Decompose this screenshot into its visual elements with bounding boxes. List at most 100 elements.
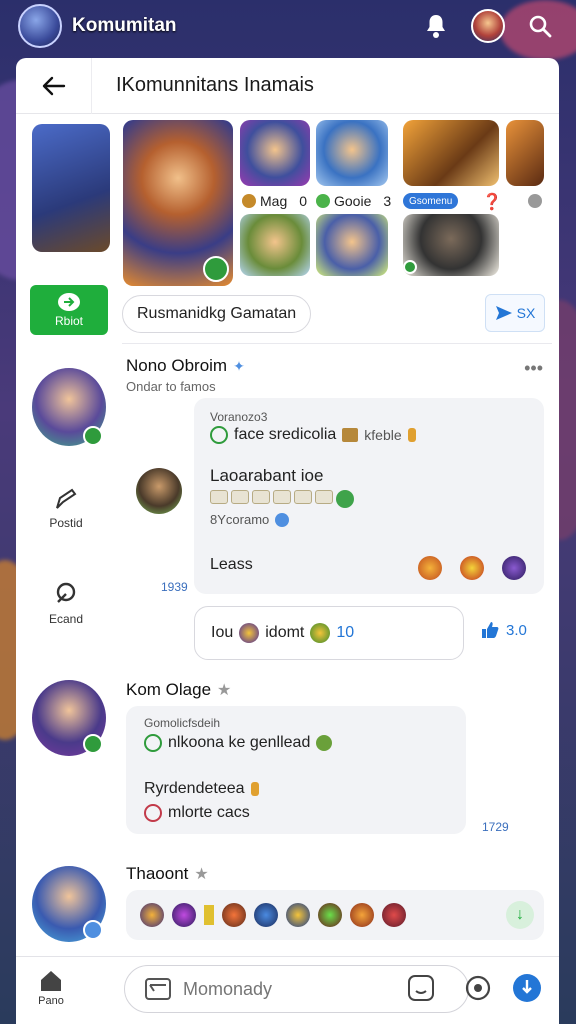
reaction-icon (239, 623, 260, 643)
line-text: 8Ycoramo (210, 512, 270, 527)
reaction-icons (210, 490, 354, 508)
app-bar: Komumitan (0, 0, 576, 52)
home-button[interactable]: Pano (38, 969, 64, 1007)
post-author[interactable]: Nono Obroim ✦ (126, 356, 245, 376)
rail-item-posted[interactable]: Postid (30, 488, 102, 530)
line-suffix: kfeble (364, 427, 402, 443)
category-pill[interactable]: Rusmanidkg Gamatan (122, 295, 312, 333)
coin-icon (342, 428, 359, 442)
community-card: IKomunnitans Inamais Mag 0 Gooie 3 Gsome… (16, 58, 559, 1024)
share-label: SX (516, 305, 536, 321)
rail-label: Ecand (48, 612, 84, 626)
download-icon[interactable]: ↓ (506, 901, 534, 929)
star-icon: ★ (194, 866, 209, 883)
gem-icon (316, 194, 330, 208)
bubble-line: Ryrdendeteea (144, 780, 259, 798)
reaction-icon[interactable] (460, 556, 484, 580)
more-icon[interactable] (528, 194, 542, 208)
check-icon (403, 260, 417, 274)
bottom-bar: Pano (16, 956, 559, 1024)
star-icon: ★ (217, 682, 232, 699)
arrow-right-icon (58, 292, 80, 311)
reaction-icon[interactable] (222, 903, 246, 927)
home-label: Pano (38, 995, 64, 1007)
star-icon: ✦ (233, 357, 245, 374)
flag-icon (204, 905, 214, 925)
rail-item-edit[interactable]: Ecand (30, 580, 102, 626)
action-row: Rbiot Rusmanidkg Gamatan SX (16, 283, 559, 343)
media-gallery: Mag 0 Gooie 3 Gsomenu ❓ (16, 120, 559, 290)
gallery-image[interactable] (316, 120, 388, 186)
coin-icon (242, 194, 256, 208)
meta-count: 3 (383, 193, 392, 209)
arrow-left-icon (42, 76, 65, 95)
reply-pill[interactable]: Iou idomt 10 (194, 606, 464, 660)
message-input[interactable] (183, 978, 383, 1000)
line-text: nlkoona ke genllead (168, 734, 311, 751)
gallery-image[interactable] (316, 214, 388, 276)
line-text: face sredicolia (234, 426, 337, 443)
more-options-icon[interactable]: ••• (524, 358, 543, 379)
post-bubble: Voranozo3 face sredicolia kfeble Laoarab… (194, 398, 544, 594)
like-count: 3.0 (506, 621, 527, 639)
app-logo (18, 4, 62, 48)
home-icon (41, 971, 61, 991)
gallery-image[interactable] (32, 124, 110, 252)
camera-icon[interactable] (463, 973, 493, 1003)
emoji-icon[interactable] (406, 973, 436, 1003)
reaction-icon[interactable] (350, 903, 374, 927)
pencil-icon (56, 488, 77, 509)
post-author[interactable]: Thaoont ★ (126, 864, 209, 884)
line-text: Ryrdendeteea (144, 780, 245, 797)
reaction-strip: ↓ (126, 890, 544, 940)
online-badge-icon (83, 426, 103, 446)
meta-label: Gooie (334, 193, 372, 209)
green-button-label: Rbiot (54, 313, 83, 328)
alert-icon (144, 804, 162, 822)
post-author[interactable]: Kom Olage ★ (126, 680, 231, 700)
reaction-icon[interactable] (286, 903, 310, 927)
gallery-image[interactable] (403, 214, 499, 276)
send-icon (495, 306, 512, 320)
divider (122, 343, 552, 344)
verified-badge-icon (203, 256, 229, 282)
timestamp: 1939 (161, 580, 188, 594)
reaction-icon[interactable] (254, 903, 278, 927)
link-icon (56, 582, 76, 603)
card-header: IKomunnitans Inamais (16, 58, 559, 114)
gallery-image[interactable] (506, 120, 544, 186)
online-badge-icon (83, 734, 103, 754)
reaction-icon[interactable] (318, 903, 342, 927)
post-subtitle: Ondar to famos (126, 379, 216, 394)
reaction-icon[interactable] (140, 903, 164, 927)
reaction-icon[interactable] (418, 556, 442, 580)
profile-avatar[interactable] (470, 8, 506, 44)
back-button[interactable] (16, 58, 92, 114)
timestamp: 1729 (482, 820, 509, 834)
share-button[interactable]: SX (485, 294, 545, 332)
rail-label: Postid (49, 516, 83, 530)
reaction-icon[interactable] (172, 903, 196, 927)
gallery-image[interactable] (403, 120, 499, 186)
line-text: mlorte cacs (168, 804, 250, 821)
reaction-icon (316, 735, 333, 751)
reaction-icon[interactable] (382, 903, 406, 927)
gallery-image[interactable] (240, 214, 310, 276)
search-icon[interactable] (522, 8, 558, 44)
microphone-icon[interactable] (512, 973, 542, 1003)
gallery-image-featured[interactable] (123, 120, 233, 286)
avatar-small[interactable] (136, 468, 182, 514)
gallery-meta-2: Gooie 3 (316, 193, 391, 209)
post-bubble: Gomolicfsdeih nlkoona ke genllead Ryrden… (126, 706, 466, 834)
page-title: IKomunnitans Inamais (116, 74, 314, 96)
reaction-icon[interactable] (502, 556, 526, 580)
green-action-button[interactable]: Rbiot (30, 285, 108, 335)
like-button[interactable]: 3.0 (480, 620, 527, 640)
gallery-image[interactable] (240, 120, 310, 186)
image-icon[interactable] (145, 977, 171, 1001)
bubble-line: Laoarabant ioe (210, 466, 324, 485)
verified-icon (275, 512, 290, 527)
author-name: Kom Olage (126, 680, 212, 699)
bell-icon[interactable] (418, 8, 454, 44)
check-circle-icon (210, 426, 228, 444)
